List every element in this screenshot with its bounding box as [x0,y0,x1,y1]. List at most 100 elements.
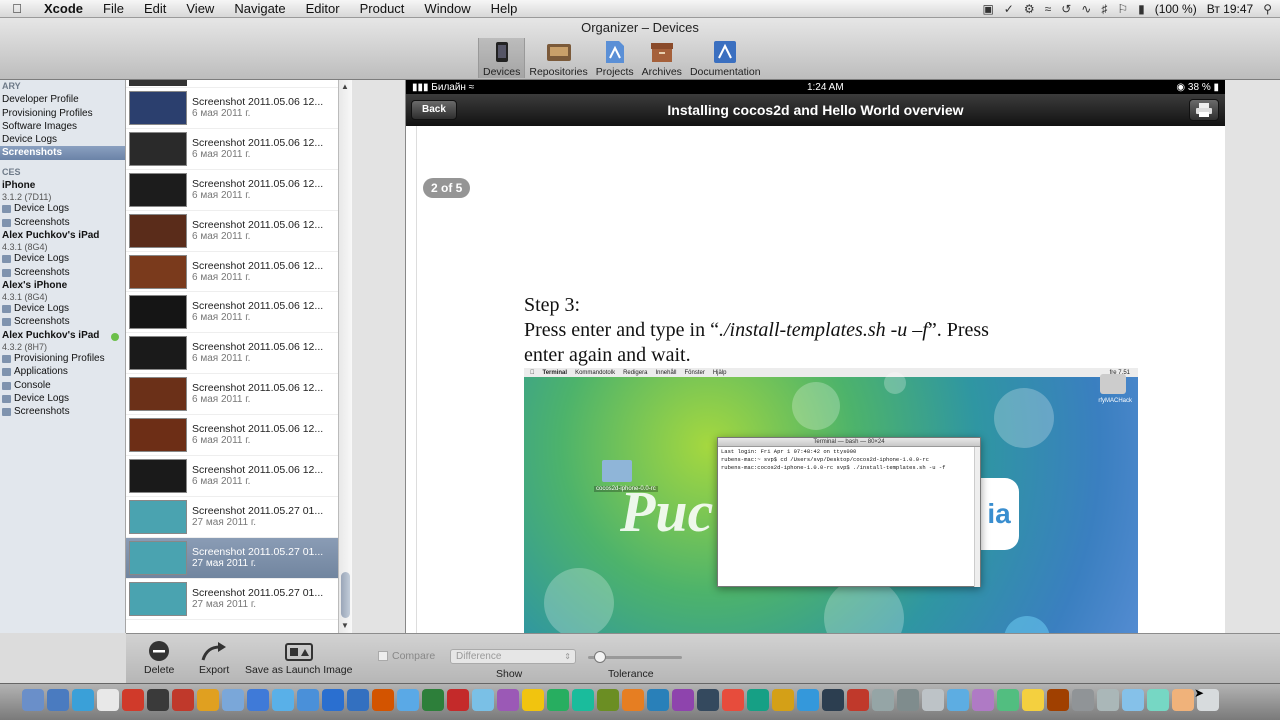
sidebar-item-software-images[interactable]: Software Images [0,120,125,133]
sidebar-device-ipad[interactable]: Alex Puchkov's iPad [0,229,125,242]
dock-app-icon[interactable] [147,689,169,711]
dock-app-icon[interactable] [272,689,294,711]
sidebar-item-device-logs[interactable]: Device Logs [0,302,125,315]
sidebar-item-screenshots[interactable]: Screenshots [0,266,125,279]
dock-app-icon[interactable] [622,689,644,711]
sidebar-item-screenshots[interactable]: Screenshots [0,405,125,418]
dock-app-icon[interactable] [897,689,919,711]
tool-repositories[interactable]: Repositories [525,38,591,78]
dock-app-icon[interactable] [947,689,969,711]
gear-icon[interactable]: ⚙ [1024,2,1035,16]
dock-app-icon[interactable] [797,689,819,711]
dock-app-icon[interactable] [772,689,794,711]
sidebar-item-console[interactable]: Console [0,379,125,392]
scroll-thumb[interactable] [341,572,350,618]
sidebar-item-provisioning-profiles[interactable]: Provisioning Profiles [0,352,125,365]
list-item[interactable]: Screenshot 2011.05.06 12... 6 мая 2011 г. [126,333,338,375]
menu-window[interactable]: Window [414,1,480,16]
menu-view[interactable]: View [176,1,224,16]
menu-help[interactable]: Help [481,1,528,16]
dock-app-icon[interactable] [47,689,69,711]
list-scrollbar[interactable]: ▲ ▼ [338,80,352,633]
dock-app-icon[interactable] [72,689,94,711]
list-item[interactable]: Screenshot 2011.05.06 12... 6 мая 2011 г. [126,170,338,211]
tool-devices[interactable]: Devices [478,38,526,78]
sidebar-item-screenshots[interactable]: Screenshots [0,146,125,160]
export-button[interactable]: Export [199,638,229,676]
sidebar-item-developer-profile[interactable]: Developer Profile [0,93,125,106]
dock-app-icon[interactable] [822,689,844,711]
menu-edit[interactable]: Edit [134,1,176,16]
menu-product[interactable]: Product [350,1,415,16]
save-launch-image-button[interactable]: Save as Launch Image [245,638,352,676]
dock-app-icon[interactable] [322,689,344,711]
list-item[interactable]: Screenshot 2011.05.27 01... 27 мая 2011 г… [126,497,338,538]
menu-clock[interactable]: Вт 19:47 [1207,2,1253,16]
dock-app-icon[interactable] [97,689,119,711]
dock-app-icon[interactable] [1047,689,1069,711]
dock-app-icon[interactable] [572,689,594,711]
list-item[interactable]: Screenshot 2011.05.06 12... 6 мая 2011 г. [126,374,338,416]
sidebar-item-provisioning-profiles[interactable]: Provisioning Profiles [0,107,125,120]
tool-projects[interactable]: Projects [592,38,638,78]
list-item[interactable]: Screenshot 2011.05.27 01... 27 мая 2011 г… [126,537,338,579]
dock-app-icon[interactable] [122,689,144,711]
checkbox-box[interactable] [378,651,388,661]
bluetooth-icon[interactable]: ∿ [1081,2,1091,16]
dock-app-icon[interactable] [722,689,744,711]
dock-app-icon[interactable] [1072,689,1094,711]
dock-app-icon[interactable] [697,689,719,711]
dock-app-icon[interactable] [297,689,319,711]
tolerance-slider[interactable] [588,651,682,663]
compare-checkbox[interactable]: Compare [378,650,435,662]
dock-app-icon[interactable] [547,689,569,711]
tool-archives[interactable]: Archives [638,38,686,78]
print-icon[interactable] [1189,99,1219,121]
spotlight-icon[interactable]: ⚲ [1263,2,1272,16]
sidebar-item-screenshots[interactable]: Screenshots [0,216,125,229]
sidebar-item-applications[interactable]: Applications [0,365,125,378]
check-icon[interactable]: ✓ [1004,2,1014,16]
menu-app[interactable]: Xcode [34,1,93,16]
dock-app-icon[interactable] [647,689,669,711]
dock-app-icon[interactable] [747,689,769,711]
scroll-down-arrow-icon[interactable]: ▼ [341,621,349,630]
dock-app-icon[interactable] [397,689,419,711]
tool-documentation[interactable]: Documentation [686,38,765,78]
wifi-icon[interactable]: ≈ [1045,2,1052,16]
dock-app-icon[interactable] [222,689,244,711]
slider-knob[interactable] [594,651,606,663]
time-machine-icon[interactable]: ↺ [1061,2,1071,16]
sidebar-device-ipad-connected[interactable]: Alex Puchkov's iPad [0,329,125,342]
list-item[interactable]: Screenshot 2011.05.06 12... 6 мая 2011 г. [126,292,338,334]
dock-app-icon[interactable] [1172,689,1194,711]
delete-button[interactable]: Delete [144,638,174,676]
dock-app-icon[interactable] [847,689,869,711]
camera-icon[interactable]: ▣ [982,2,993,16]
list-item[interactable]: Screenshot 2011.05.27 01... 27 мая 2011 г… [126,579,338,620]
sidebar-item-device-logs[interactable]: Device Logs [0,252,125,265]
dock-app-icon[interactable] [872,689,894,711]
sidebar-item-device-logs[interactable]: Device Logs [0,392,125,405]
dock-app-icon[interactable] [1097,689,1119,711]
sidebar-item-screenshots[interactable]: Screenshots [0,315,125,328]
dock-app-icon[interactable] [997,689,1019,711]
sidebar-device-iphone[interactable]: iPhone [0,179,125,192]
menu-file[interactable]: File [93,1,134,16]
battery-icon[interactable]: ▮ [1138,2,1145,16]
menu-editor[interactable]: Editor [296,1,350,16]
dock-app-icon[interactable] [172,689,194,711]
dock-app-icon[interactable] [1122,689,1144,711]
sidebar-item-device-logs[interactable]: Device Logs [0,202,125,215]
dock-app-icon[interactable] [522,689,544,711]
dock-app-icon[interactable] [1022,689,1044,711]
list-item[interactable]: Screenshot 2011.05.06 12... 6 мая 2011 г. [126,415,338,457]
sidebar-device-alexs-iphone[interactable]: Alex's iPhone [0,279,125,292]
dock-app-icon[interactable] [422,689,444,711]
dock-app-icon[interactable] [472,689,494,711]
list-item[interactable]: Screenshot 2011.05.06 12... 6 мая 2011 г. [126,88,338,129]
menu-navigate[interactable]: Navigate [224,1,295,16]
volume-icon[interactable]: ♯ [1101,2,1107,16]
dock-app-icon[interactable] [922,689,944,711]
dock-app-icon[interactable] [247,689,269,711]
